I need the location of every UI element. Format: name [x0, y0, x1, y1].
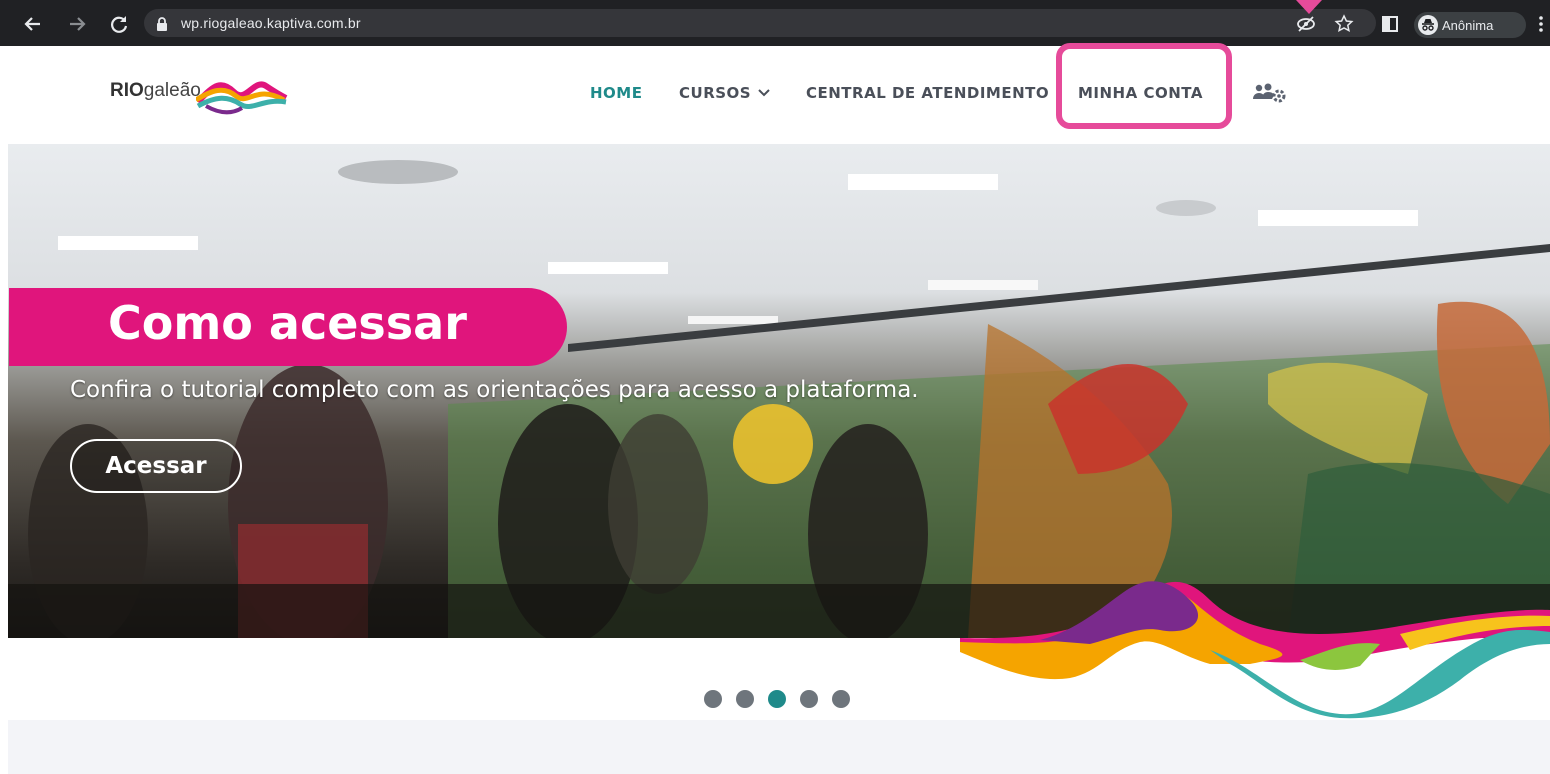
forward-arrow-icon[interactable]	[66, 13, 88, 35]
site-logo[interactable]: RIOgaleão	[110, 80, 201, 102]
reload-icon[interactable]	[108, 13, 130, 35]
carousel-dot-1[interactable]	[704, 690, 722, 708]
lock-icon[interactable]	[155, 16, 169, 32]
hero-title: Como acessar	[108, 296, 467, 350]
users-gear-icon[interactable]	[1252, 82, 1288, 104]
logo-regular: galeão	[143, 80, 201, 101]
logo-wave-icon	[196, 81, 288, 115]
url-text[interactable]: wp.riogaleao.kaptiva.com.br	[181, 15, 361, 31]
incognito-label: Anônima	[1442, 18, 1494, 33]
annotation-highlight-box	[1056, 43, 1232, 129]
menu-central-atendimento[interactable]: CENTRAL DE ATENDIMENTO	[806, 84, 1049, 102]
carousel-dot-3[interactable]	[768, 690, 786, 708]
star-icon[interactable]	[1334, 14, 1354, 34]
back-arrow-icon[interactable]	[22, 13, 44, 35]
menu-cursos[interactable]: CURSOS	[679, 84, 751, 102]
carousel-dot-2[interactable]	[736, 690, 754, 708]
menu-home[interactable]: HOME	[590, 84, 642, 102]
carousel-dot-5[interactable]	[832, 690, 850, 708]
incognito-icon	[1418, 15, 1438, 35]
annotation-arrow-icon	[1296, 0, 1322, 14]
content-section	[8, 720, 1550, 774]
side-panel-icon[interactable]	[1380, 14, 1400, 34]
brand-wave-decoration	[960, 581, 1550, 719]
more-options-icon[interactable]	[1538, 16, 1544, 32]
carousel-dot-4[interactable]	[800, 690, 818, 708]
carousel-indicators	[704, 690, 850, 708]
hero-subtitle: Confira o tutorial completo com as orien…	[70, 377, 919, 403]
eye-off-icon[interactable]	[1296, 14, 1316, 34]
hero-access-button[interactable]: Acessar	[70, 439, 242, 493]
chevron-down-icon[interactable]	[758, 88, 770, 98]
logo-bold: RIO	[110, 80, 144, 101]
